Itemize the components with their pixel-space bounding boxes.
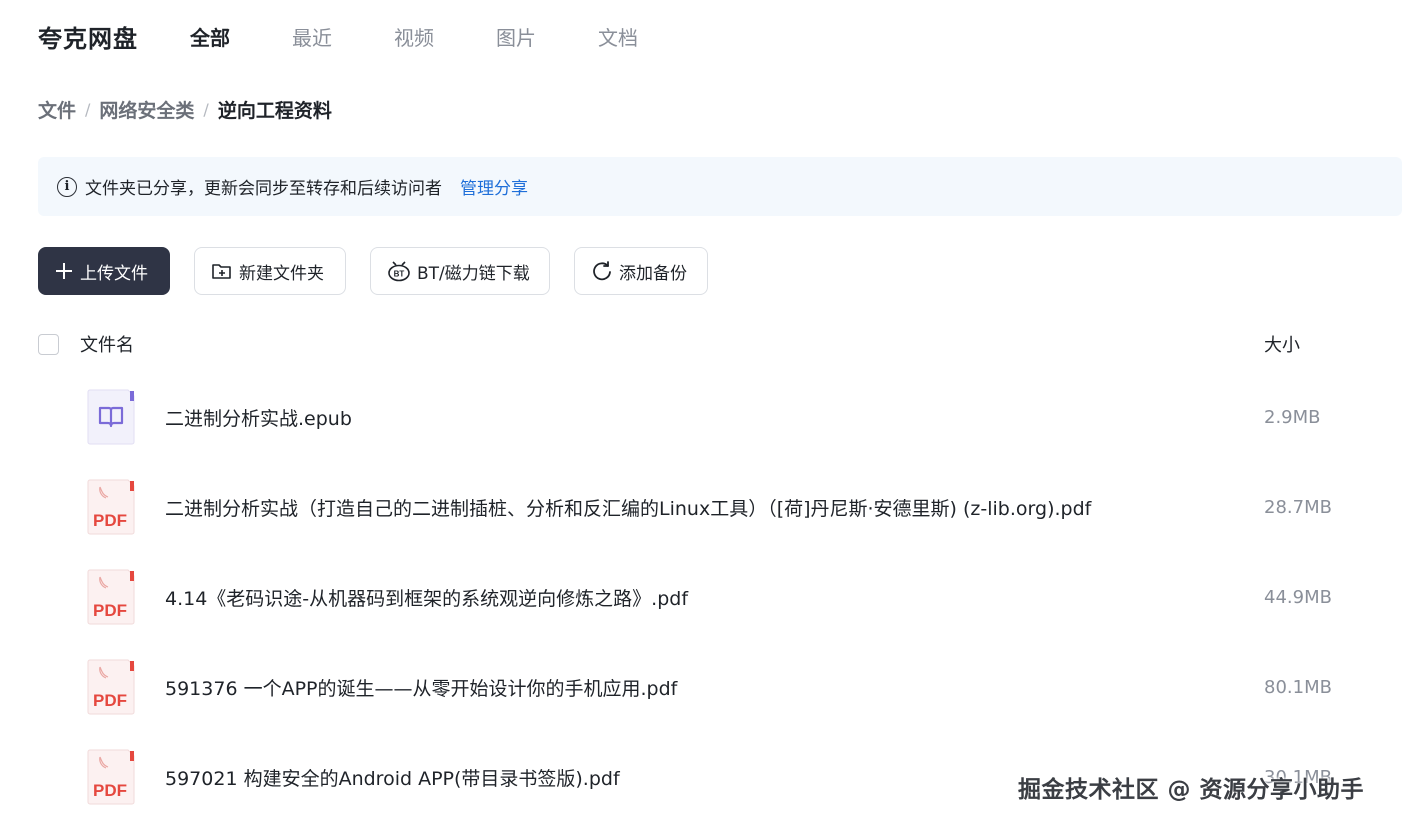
bt-download-label: BT/磁力链下载	[417, 263, 530, 284]
file-size: 28.7MB	[1264, 496, 1332, 518]
pdf-file-icon: PDF	[87, 569, 135, 625]
file-name[interactable]: 591376 一个APP的诞生——从零开始设计你的手机应用.pdf	[165, 674, 677, 701]
top-nav: 夸克网盘 全部 最近 视频 图片 文档	[38, 16, 700, 56]
pdf-icon-label: PDF	[93, 691, 127, 710]
add-backup-button[interactable]: 添加备份	[574, 247, 708, 295]
column-name-header[interactable]: 文件名	[80, 331, 134, 357]
new-folder-button[interactable]: 新建文件夹	[194, 247, 346, 295]
breadcrumb: 文件 / 网络安全类 / 逆向工程资料	[38, 96, 332, 123]
share-notice: i 文件夹已分享，更新会同步至转存和后续访问者 管理分享	[38, 157, 1402, 216]
tab-images[interactable]: 图片	[496, 22, 536, 51]
breadcrumb-files[interactable]: 文件	[38, 96, 76, 123]
file-name[interactable]: 二进制分析实战.epub	[165, 404, 352, 431]
new-folder-label: 新建文件夹	[239, 263, 324, 284]
file-size: 2.9MB	[1264, 406, 1321, 428]
folder-plus-icon	[211, 261, 233, 281]
pdf-file-icon: PDF	[87, 479, 135, 535]
file-row[interactable]: PDF 591376 一个APP的诞生——从零开始设计你的手机应用.pdf 80…	[0, 642, 1402, 732]
add-backup-label: 添加备份	[619, 263, 687, 284]
tab-video[interactable]: 视频	[394, 22, 434, 51]
toolbar: 上传文件 新建文件夹 BT BT/磁力链下载 添加备份	[38, 247, 732, 295]
select-all-checkbox[interactable]	[38, 333, 59, 355]
breadcrumb-separator: /	[203, 100, 209, 119]
info-icon: i	[57, 176, 77, 197]
pdf-icon-label: PDF	[93, 601, 127, 620]
manage-share-link[interactable]: 管理分享	[460, 174, 528, 199]
file-name[interactable]: 597021 构建安全的Android APP(带目录书签版).pdf	[165, 764, 620, 791]
tab-all[interactable]: 全部	[190, 22, 230, 51]
file-name[interactable]: 二进制分析实战（打造自己的二进制插桩、分析和反汇编的Linux工具）（[荷]丹尼…	[165, 494, 1091, 521]
app-page: 夸克网盘 全部 最近 视频 图片 文档 文件 / 网络安全类 / 逆向工程资料 …	[0, 0, 1402, 825]
breadcrumb-separator: /	[85, 100, 91, 119]
tab-documents[interactable]: 文档	[598, 22, 638, 51]
file-size: 80.1MB	[1264, 676, 1332, 698]
pdf-icon-label: PDF	[93, 511, 127, 530]
breadcrumb-current: 逆向工程资料	[217, 100, 332, 122]
file-row[interactable]: 二进制分析实战.epub 2.9MB	[0, 372, 1402, 462]
breadcrumb-security[interactable]: 网络安全类	[99, 96, 194, 123]
pdf-icon-label: PDF	[93, 781, 127, 800]
tab-recent[interactable]: 最近	[292, 22, 332, 51]
upload-button[interactable]: 上传文件	[38, 247, 170, 295]
file-size: 44.9MB	[1264, 586, 1332, 608]
file-table-header: 文件名 大小	[38, 324, 1378, 364]
upload-label: 上传文件	[80, 263, 148, 284]
pdf-file-icon: PDF	[87, 749, 135, 805]
bt-download-button[interactable]: BT BT/磁力链下载	[370, 247, 550, 295]
file-row[interactable]: PDF 二进制分析实战（打造自己的二进制插桩、分析和反汇编的Linux工具）（[…	[0, 462, 1402, 552]
bt-icon: BT	[387, 260, 411, 282]
watermark: 掘金技术社区 @ 资源分享小助手	[1018, 777, 1365, 803]
column-size-header[interactable]: 大小	[1264, 331, 1300, 357]
file-row[interactable]: PDF 4.14《老码识途-从机器码到框架的系统观逆向修炼之路》.pdf 44.…	[0, 552, 1402, 642]
app-logo[interactable]: 夸克网盘	[38, 19, 138, 54]
plus-icon	[54, 261, 74, 281]
svg-text:BT: BT	[394, 270, 405, 279]
epub-file-icon	[87, 389, 135, 445]
sync-icon	[591, 260, 613, 282]
notice-text: 文件夹已分享，更新会同步至转存和后续访问者	[85, 179, 442, 199]
pdf-file-icon: PDF	[87, 659, 135, 715]
file-name[interactable]: 4.14《老码识途-从机器码到框架的系统观逆向修炼之路》.pdf	[165, 584, 688, 611]
